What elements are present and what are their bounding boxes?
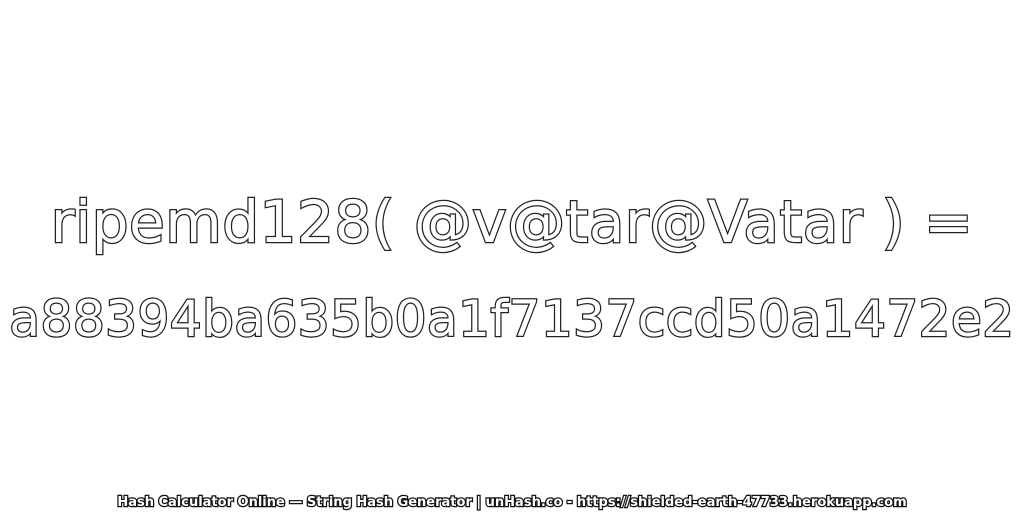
hash-result: a88394ba635b0a1f7137ccd50a1472e2 [8,289,1015,350]
footer-caption: Hash Calculator Online — String Hash Gen… [116,494,908,512]
hash-image-canvas: ripemd128( @v@tar@Vatar ) = a88394ba635b… [0,0,1024,512]
hash-expression: ripemd128( @v@tar@Vatar ) = [50,187,974,258]
